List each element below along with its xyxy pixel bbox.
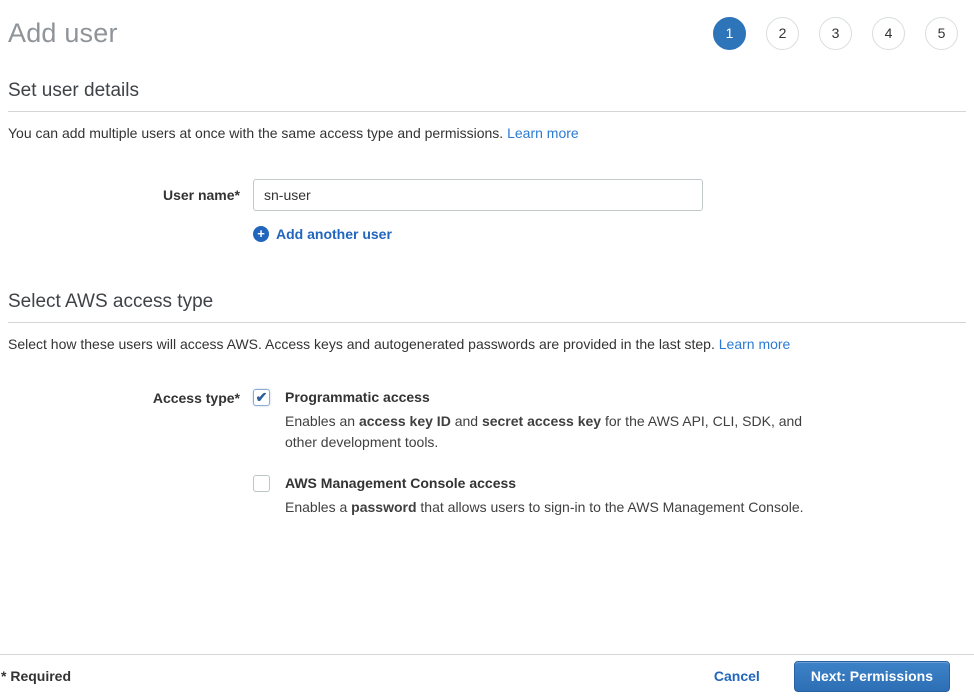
access-type-options: ✔ Programmatic access Enables an access ke…: [253, 389, 825, 518]
footer-bar: * Required Cancel Next: Permissions: [0, 654, 974, 697]
option-text-console: AWS Management Console access Enables a p…: [285, 475, 825, 518]
option-description-programmatic: Enables an access key ID and secret acce…: [285, 411, 825, 453]
access-type-description-text: Select how these users will access AWS. …: [8, 336, 715, 352]
access-type-option-programmatic: ✔ Programmatic access Enables an access ke…: [253, 389, 825, 453]
page-content: Set user details You can add multiple us…: [0, 80, 974, 518]
footer-actions: Cancel Next: Permissions: [714, 661, 950, 692]
access-type-option-console: AWS Management Console access Enables a p…: [253, 475, 825, 518]
add-another-user-button[interactable]: + Add another user: [253, 226, 966, 242]
step-1[interactable]: 1: [713, 17, 746, 50]
required-label: Required: [10, 668, 71, 684]
user-details-description-text: You can add multiple users at once with …: [8, 125, 503, 141]
step-5[interactable]: 5: [925, 17, 958, 50]
step-4[interactable]: 4: [872, 17, 905, 50]
checkbox-programmatic[interactable]: ✔: [253, 389, 270, 406]
required-note: * Required: [5, 668, 71, 684]
page-header: Add user 1 2 3 4 5: [0, 0, 974, 56]
step-2[interactable]: 2: [766, 17, 799, 50]
page-title: Add user: [8, 18, 118, 49]
username-input[interactable]: [253, 179, 703, 211]
username-row: User name*: [8, 179, 966, 211]
user-details-description: You can add multiple users at once with …: [8, 125, 966, 141]
learn-more-link-user-details[interactable]: Learn more: [507, 125, 579, 141]
option-title-programmatic: Programmatic access: [285, 389, 825, 405]
access-type-description: Select how these users will access AWS. …: [8, 336, 966, 352]
option-text-programmatic: Programmatic access Enables an access key…: [285, 389, 825, 453]
section-heading-user-details: Set user details: [8, 80, 966, 112]
wizard-steps: 1 2 3 4 5: [713, 17, 958, 50]
option-description-console: Enables a password that allows users to …: [285, 497, 825, 518]
section-heading-access-type: Select AWS access type: [8, 291, 966, 323]
step-3[interactable]: 3: [819, 17, 852, 50]
username-label: User name*: [8, 179, 253, 211]
access-type-row: Access type* ✔ Programmatic access Enables…: [8, 389, 966, 518]
option-title-console: AWS Management Console access: [285, 475, 825, 491]
learn-more-link-access-type[interactable]: Learn more: [719, 336, 791, 352]
required-asterisk: *: [1, 668, 6, 684]
plus-icon: +: [253, 226, 269, 242]
section-access-type: Select AWS access type Select how these …: [8, 291, 966, 518]
checkbox-console[interactable]: [253, 475, 270, 492]
section-user-details: Set user details You can add multiple us…: [8, 80, 966, 242]
check-icon: ✔: [256, 390, 268, 404]
cancel-button[interactable]: Cancel: [714, 668, 760, 684]
access-type-label: Access type*: [8, 389, 253, 518]
add-user-page: Add user 1 2 3 4 5 Set user details You …: [0, 0, 974, 697]
add-another-user-label: Add another user: [276, 226, 392, 242]
next-permissions-button[interactable]: Next: Permissions: [794, 661, 950, 692]
